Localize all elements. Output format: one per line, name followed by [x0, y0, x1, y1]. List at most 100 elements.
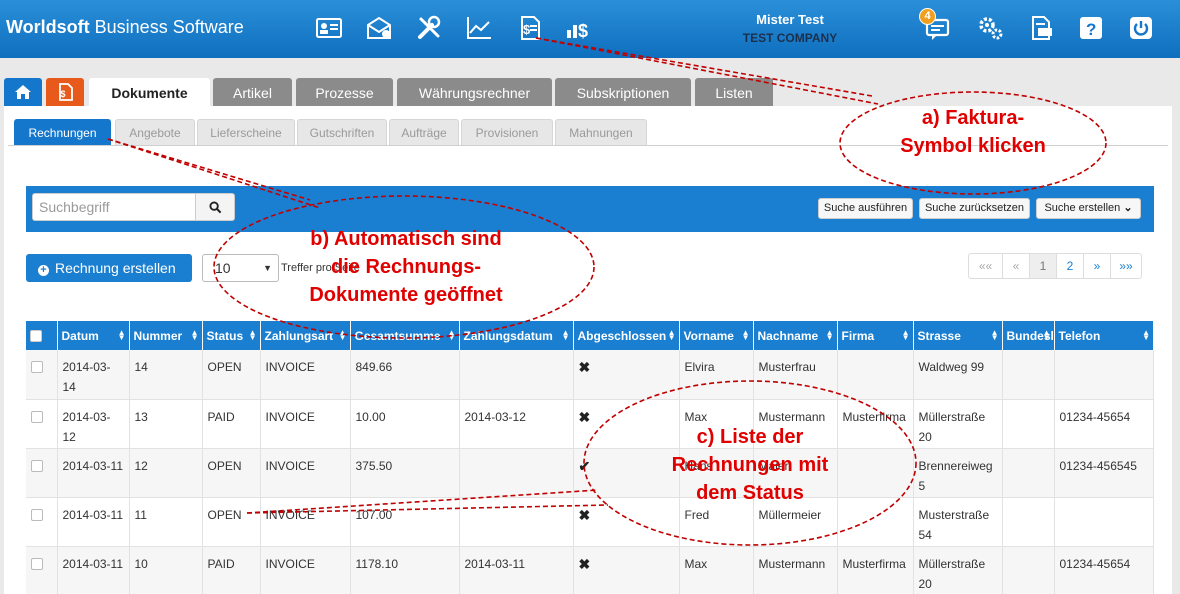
user-info: Mister Test TEST COMPANY: [700, 10, 880, 48]
statistics-chart-icon[interactable]: [462, 12, 496, 44]
tab-subskriptionen[interactable]: Subskriptionen: [555, 78, 691, 106]
cell-bundesland: [1002, 350, 1055, 400]
cell-nummer: 14: [129, 350, 203, 400]
content-panel: Rechnungen Angebote Lieferscheine Gutsch…: [4, 106, 1172, 594]
search-execute-button[interactable]: Suche ausführen: [818, 198, 913, 219]
cell-vorname: Max: [679, 546, 754, 594]
subtab-angebote[interactable]: Angebote: [115, 119, 195, 145]
page-last[interactable]: »»: [1110, 253, 1142, 279]
subtab-rechnungen[interactable]: Rechnungen: [14, 119, 111, 145]
tab-waehrungsrechner[interactable]: Währungsrechner: [397, 78, 552, 106]
tab-faktura[interactable]: $: [46, 78, 84, 106]
cell-telefon[interactable]: [1054, 497, 1154, 547]
cell-nummer: 10: [129, 546, 203, 594]
logout-power-icon[interactable]: [1124, 12, 1158, 44]
cell-vorname: Elvira: [679, 350, 754, 400]
search-reset-button[interactable]: Suche zurücksetzen: [919, 198, 1030, 219]
page-prev[interactable]: «: [1002, 253, 1030, 279]
subtab-provisionen[interactable]: Provisionen: [461, 119, 553, 145]
page-2[interactable]: 2: [1056, 253, 1084, 279]
search-input[interactable]: [32, 193, 196, 221]
row-checkbox[interactable]: [31, 508, 43, 521]
table-row[interactable]: 2014-03-11 11 OPEN INVOICE 107.00 ✖ Fred…: [26, 497, 1154, 547]
select-all-checkbox[interactable]: [30, 329, 42, 342]
svg-text:?: ?: [1086, 20, 1096, 39]
column-header[interactable]: Firma ▲ ▼: [837, 321, 914, 350]
column-header[interactable]: Bundesland▲▼: [1002, 321, 1055, 350]
tools-icon[interactable]: [412, 12, 446, 44]
page-first[interactable]: ««: [968, 253, 1003, 279]
table-row[interactable]: 2014-03-11 10 PAID INVOICE 1178.10 2014-…: [26, 546, 1154, 594]
annotation-c-text: c) Liste der Rechnungen mit dem Status: [671, 426, 829, 504]
column-header[interactable]: Zahlungsdatum ▲ ▼: [459, 321, 574, 350]
column-header[interactable]: Status ▲ ▼: [202, 321, 261, 350]
closed-status-icon: ✖: [578, 555, 591, 572]
sort-icon: ▲ ▼: [825, 328, 834, 342]
plus-circle-icon: +: [38, 265, 49, 276]
subtab-gutschriften[interactable]: Gutschriften: [297, 119, 387, 145]
column-header[interactable]: Strasse ▲ ▼: [913, 321, 1003, 350]
annotation-a-text: a) Faktura- Symbol klicken: [900, 107, 1046, 157]
search-icon: [208, 200, 221, 213]
user-company: TEST COMPANY: [742, 31, 838, 45]
tab-dokumente[interactable]: Dokumente: [89, 78, 210, 106]
tab-artikel[interactable]: Artikel: [213, 78, 292, 106]
column-header[interactable]: Vorname ▲ ▼: [679, 321, 754, 350]
column-header[interactable]: Telefon ▲ ▼: [1054, 321, 1154, 350]
invoice-table: Datum ▲ ▼ Nummer ▲ ▼ Status ▲ ▼ Zahlungsart ▲ ▼ …: [26, 321, 1154, 594]
cell-nachname: Musterfrau: [753, 350, 838, 400]
subtab-auftraege[interactable]: Aufträge: [389, 119, 459, 145]
column-header[interactable]: Nummer ▲ ▼: [129, 321, 203, 350]
tab-listen[interactable]: Listen: [695, 78, 773, 106]
search-create-button[interactable]: Suche erstellen ⌄: [1036, 198, 1141, 219]
cell-zahlungsart: INVOICE: [260, 350, 351, 400]
settings-gears-icon[interactable]: [974, 12, 1008, 44]
cell-firma: [837, 350, 914, 400]
column-header[interactable]: Datum ▲ ▼: [57, 321, 130, 350]
column-header[interactable]: Nachname ▲ ▼: [753, 321, 838, 350]
cell-gesamtsumme: 107.00: [350, 497, 460, 547]
page-1[interactable]: 1: [1029, 253, 1057, 279]
sort-icon: ▲ ▼: [248, 328, 257, 342]
cell-zahlungsart: INVOICE: [260, 497, 351, 547]
column-header[interactable]: Gesamtsumme ▲ ▼: [350, 321, 460, 350]
column-header[interactable]: Zahlungsart ▲ ▼: [260, 321, 351, 350]
search-button[interactable]: [195, 193, 235, 221]
mail-settings-icon[interactable]: [362, 12, 396, 44]
table-row[interactable]: 2014-03-11 12 OPEN INVOICE 375.50 ✔ Hans…: [26, 448, 1154, 498]
cell-telefon[interactable]: 01234-45654: [1054, 546, 1154, 594]
cell-telefon[interactable]: [1054, 350, 1154, 400]
help-icon[interactable]: ?: [1074, 12, 1108, 44]
print-document-icon[interactable]: [1024, 12, 1058, 44]
row-checkbox[interactable]: [31, 410, 43, 423]
cell-zahlungsart: INVOICE: [260, 399, 351, 449]
faktura-invoice-icon[interactable]: $: [512, 12, 546, 44]
subtab-mahnungen[interactable]: Mahnungen: [555, 119, 647, 145]
sort-icon: ▲ ▼: [1142, 328, 1150, 342]
cell-telefon[interactable]: 01234-45654: [1054, 399, 1154, 449]
pagination: «« « 1 2 » »»: [968, 253, 1142, 279]
search-bar: Suche ausführen Suche zurücksetzen Suche…: [26, 186, 1154, 232]
tab-home[interactable]: [4, 78, 42, 106]
row-checkbox[interactable]: [31, 557, 43, 570]
tab-prozesse[interactable]: Prozesse: [296, 78, 393, 106]
sort-icon: ▲ ▼: [667, 328, 676, 342]
finance-chart-icon[interactable]: $: [562, 12, 596, 44]
page-next[interactable]: »: [1083, 253, 1111, 279]
create-invoice-button[interactable]: + Rechnung erstellen: [26, 254, 192, 282]
row-checkbox[interactable]: [31, 459, 43, 472]
column-header[interactable]: Abgeschlossen ▲ ▼: [573, 321, 680, 350]
table-row[interactable]: 2014-03-12 13 PAID INVOICE 10.00 2014-03…: [26, 399, 1154, 449]
cell-zahlungsart: INVOICE: [260, 546, 351, 594]
cell-nachname: Mustermann: [753, 546, 838, 594]
subtab-lieferscheine[interactable]: Lieferscheine: [197, 119, 295, 145]
cell-strasse: Brennereiweg 5: [913, 448, 1003, 498]
cell-bundesland: [1002, 497, 1055, 547]
cell-datum: 2014-03-14: [57, 350, 130, 400]
table-row[interactable]: 2014-03-14 14 OPEN INVOICE 849.66 ✖ Elvi…: [26, 350, 1154, 400]
contacts-card-icon[interactable]: [312, 12, 346, 44]
cell-telefon[interactable]: 01234-456545: [1054, 448, 1154, 498]
row-checkbox[interactable]: [31, 361, 43, 373]
closed-status-icon: ✖: [578, 359, 591, 375]
user-name: Mister Test: [756, 12, 824, 27]
